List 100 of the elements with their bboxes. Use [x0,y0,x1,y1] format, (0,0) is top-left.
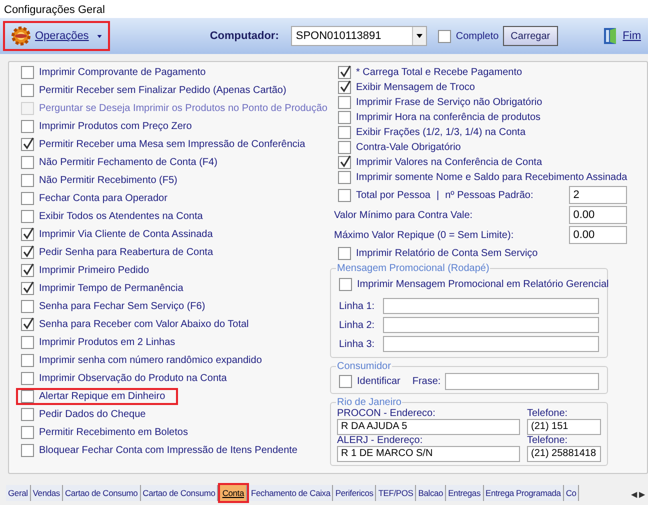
operations-menu-button[interactable]: Operações [3,21,110,51]
checkbox[interactable] [21,444,34,457]
window-title: Configurações Geral [3,3,106,17]
option-label: Não Permitir Recebimento (F5) [39,174,178,188]
checkbox[interactable] [338,188,351,202]
field-label: Frase: [412,375,441,389]
checkbox[interactable] [338,96,351,109]
tab[interactable]: Cartao de Consumo [140,485,218,501]
checkbox[interactable] [21,300,34,313]
message-line-field[interactable] [383,317,599,333]
option-label: Alertar Repique em Dinheiro [39,390,166,404]
checkbox[interactable] [338,156,351,169]
scroll-right-button[interactable]: ▶ [638,489,646,501]
checkbox[interactable] [21,336,34,349]
checkbox[interactable] [21,228,34,241]
option-label: Imprimir Observação do Produto na Conta [39,372,227,386]
checkbox[interactable] [338,66,351,79]
tab[interactable]: Balcao [416,485,446,501]
checkbox[interactable] [338,141,351,154]
checkbox[interactable] [339,278,352,291]
checkbox[interactable] [21,318,34,331]
option-label: Imprimir Valores na Conferência de Conta [356,156,542,170]
checkbox[interactable] [338,171,351,184]
group-title: Consumidor [336,361,392,372]
checkbox[interactable] [339,375,352,388]
checkbox[interactable] [21,84,34,97]
checkbox[interactable] [21,174,34,187]
checkbox[interactable] [21,390,34,403]
checkbox[interactable] [338,111,351,124]
value-field[interactable]: 0.00 [569,206,628,224]
address-field[interactable]: R DA AJUDA 5 [337,419,520,435]
checkbox[interactable] [21,66,34,79]
option-label: Identificar [357,375,400,389]
option-label: Senha para Receber com Valor Abaixo do Total [39,318,249,332]
computer-label: Computador: [210,28,279,44]
tab[interactable]: Co [564,485,580,501]
tab[interactable]: Entregas [446,485,484,501]
value-field[interactable]: 0.00 [569,226,628,244]
phone-field[interactable]: (21) 151 [527,419,601,435]
scroll-left-button[interactable]: ◀ [630,489,638,501]
message-line-field[interactable] [383,336,599,352]
option-label: Senha para Fechar Sem Serviço (F6) [39,300,206,314]
tab[interactable]: Cartao de Consumo [62,485,141,501]
gear-icon [11,26,31,46]
option-label: Imprimir Comprovante de Pagamento [39,66,206,80]
checkbox[interactable] [338,126,351,139]
checkbox[interactable] [438,30,451,42]
option-label: Pedir Senha para Reabertura de Conta [39,246,214,260]
field-label: Máximo Valor Repique (0 = Sem Limite): [334,228,514,242]
option-label: Imprimir Produtos em 2 Linhas [39,336,176,350]
phone-field[interactable]: (21) 25881418 [527,446,601,462]
option-label: * Carrega Total e Recebe Pagamento [356,66,522,80]
option-label: Permitir Receber uma Mesa sem Impressão de Conferência [39,138,306,152]
checkbox[interactable] [21,246,34,259]
option-label: Imprimir Via Cliente de Conta Assinada [39,228,213,242]
option-label: Imprimir Relatório de Conta Sem Serviço [356,247,538,261]
dropdown-arrow-icon [416,34,423,38]
option-label: Perguntar se Deseja Imprimir os Produtos no Ponto de Produção [39,102,328,116]
option-label: Permitir Receber sem Finalizar Pedido (Apenas Cartão) [39,84,286,98]
checkbox[interactable] [21,372,34,385]
option-label: Pedir Dados do Cheque [39,408,146,422]
message-line-field[interactable] [383,298,599,314]
tab[interactable]: Conta [220,485,247,501]
option-label: Exibir Mensagem de Troco [356,81,475,95]
checkbox[interactable] [338,81,351,94]
option-label: Imprimir Hora na conferência de produtos [356,111,541,125]
option-label: Total por Pessoa [356,188,430,202]
load-button[interactable]: Carregar [502,26,558,46]
tab[interactable]: Entrega Programada [484,485,564,501]
tab[interactable]: Geral [6,485,31,501]
group-title: Mensagem Promocional (Rodapé) [336,263,490,274]
option-label: Bloquear Fechar Conta com Impressão de Itens Pendente [39,444,298,458]
checkbox[interactable] [21,138,34,151]
tab[interactable]: TEF/POS [376,485,416,501]
checkbox[interactable] [21,192,34,205]
checkbox[interactable] [338,247,351,260]
field-label: Valor Mínimo para Contra Vale: [334,208,473,222]
tab[interactable]: Vendas [30,485,63,501]
field-label: Telefone: [527,409,569,419]
phrase-field[interactable] [444,373,599,390]
option-label: Imprimir Produtos com Preço Zero [39,120,192,134]
checkbox[interactable] [21,408,34,421]
checkbox[interactable] [21,282,34,295]
option-label: Exibir Todos os Atendentes na Conta [39,210,203,224]
field-label: Linha 2: [339,318,376,332]
checkbox[interactable] [21,426,34,439]
computer-dropdown[interactable]: SPON010113891 [290,26,427,46]
checkbox[interactable] [21,354,34,367]
tab[interactable]: Fechamento de Caixa [249,485,334,501]
option-label: Imprimir Frase de Serviço não Obrigatório [356,96,542,110]
option-label: Imprimir Mensagem Promocional em Relatório Gerencial [357,278,609,292]
checkbox[interactable] [21,120,34,133]
checkbox[interactable] [21,156,34,169]
tab[interactable]: Perifericos [333,485,376,501]
checkbox[interactable] [21,264,34,277]
people-count-field[interactable]: 2 [569,186,628,204]
address-field[interactable]: R 1 DE MARCO S/N [337,446,520,462]
checkbox[interactable] [21,210,34,223]
field-label: Linha 1: [339,300,376,314]
exit-button[interactable]: Fim [602,27,641,45]
